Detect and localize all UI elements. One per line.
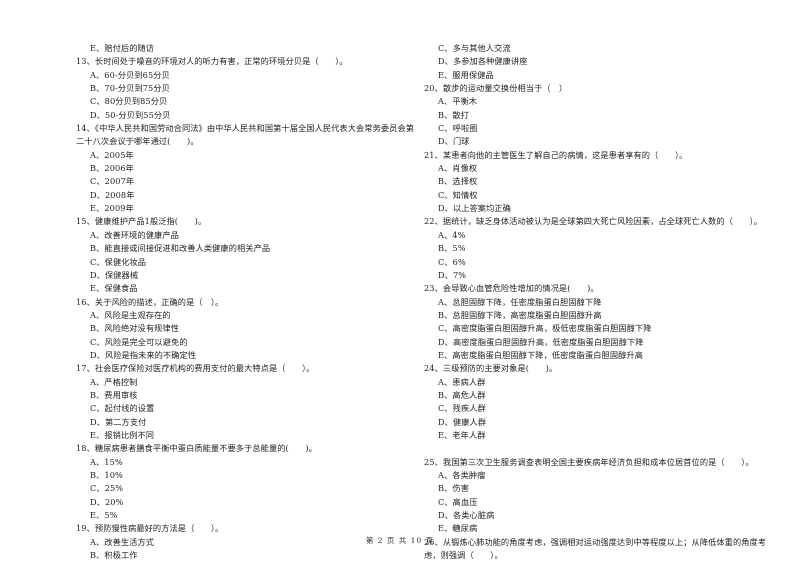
- answer-option: B、70-分贝到75分贝: [90, 83, 170, 94]
- answer-option: A、15%: [90, 456, 123, 467]
- answer-option: C、多与其他人交流: [438, 43, 511, 53]
- answer-option: A、严格控制: [90, 376, 138, 387]
- answer-option: D、保健器械: [90, 269, 139, 280]
- answer-option: A、患病人群: [438, 376, 486, 387]
- answer-option: C、6%: [438, 256, 466, 267]
- right-column: C、多与其他人交流 D、多参加各种健康讲座 E、服用保健品 20、散步的运动量交换份相…: [424, 42, 784, 562]
- answer-option: C、80分贝到85分贝: [90, 96, 168, 107]
- answer-option: C、保健化妆品: [90, 256, 147, 267]
- answer-option: C、残疾人群: [438, 403, 486, 414]
- answer-option: A、60-分贝到65分贝: [90, 69, 170, 80]
- answer-option: B、总胆固醇下降，高密度脂蛋白胆固醇升高: [438, 309, 602, 320]
- answer-option: D、20%: [90, 496, 124, 507]
- answer-option: A、总胆固醇下降，任密度脂蛋白胆固醇下降: [438, 296, 602, 307]
- answer-option: B、伤害: [438, 483, 469, 494]
- answer-option: C、25%: [90, 483, 124, 494]
- answer-option: B、选择权: [438, 176, 478, 187]
- answer-option: B、5%: [438, 243, 466, 254]
- answer-option: C、呼啦圈: [438, 123, 478, 134]
- answer-option: E、服用保健品: [438, 69, 494, 80]
- answer-option: B、散打: [438, 109, 469, 120]
- question-line: 16、关于风险的描述，正确的是（ ）。: [76, 296, 224, 307]
- question-line: 14、《中华人民共和国劳动合同法》由中华人民共和国第十届全国人民代表大会常务委员…: [76, 123, 415, 134]
- question-line: 24、三级预防的主要对象是( )。: [424, 363, 558, 374]
- answer-option: E、2009年: [90, 203, 134, 214]
- answer-option: E、保健食品: [90, 283, 138, 294]
- answer-option: C、知情权: [438, 189, 478, 200]
- answer-option: A、2005年: [90, 149, 134, 160]
- answer-option: B、10%: [90, 470, 123, 480]
- question-line: 虑，则强调（ ）。: [424, 550, 503, 561]
- answer-option: B、风险绝对没有规律性: [90, 323, 179, 334]
- answer-option: E、赔付后的随访: [90, 43, 155, 53]
- answer-option: D、多参加各种健康讲座: [438, 56, 528, 67]
- answer-option: D、门球: [438, 136, 470, 147]
- answer-option: E、报销比例不同: [90, 429, 155, 440]
- answer-option: D、以上答案均正确: [438, 203, 511, 214]
- question-line: 13、长时间处于噪音的环境对人的听力有害，正常的环境分贝是（ ）。: [76, 56, 348, 67]
- page-footer: 第 2 页 共 10 页: [365, 536, 435, 545]
- question-line: 17、社会医疗保险对医疗机构的费用支付的最大特点是（ ）。: [76, 363, 315, 374]
- answer-option: C、2007年: [90, 176, 135, 187]
- question-line: 23、会导致心血管危险性增加的情况是( )。: [424, 283, 599, 294]
- answer-option: A、肖像权: [438, 163, 478, 174]
- answer-option: B、积极工作: [90, 550, 138, 561]
- question-line: 25、我国第三次卫生服务调查表明全国主要疾病年经济负担和成本位居首位的是（ ）。: [424, 456, 754, 467]
- answer-option: D、2008年: [90, 189, 135, 200]
- answer-option: D、7%: [438, 269, 467, 280]
- answer-option: A、风险是主观存在的: [90, 309, 171, 320]
- answer-option: D、健康人群: [438, 416, 487, 427]
- answer-option: B、能直接或间接促进和改善人类健康的相关产品: [90, 243, 271, 254]
- answer-option: E、5%: [90, 510, 118, 521]
- question-line: 21、某患者向他的主管医生了解自己的病情，这是患者享有的（ ）。: [424, 149, 688, 160]
- answer-option: D、50-分贝到55分贝: [90, 109, 171, 120]
- answer-option: D、各类心脏病: [438, 510, 495, 521]
- answer-option: D、高密度脂蛋白胆固醇升高，低密度脂蛋白胆固醇下降: [438, 336, 644, 347]
- answer-option: B、高危人群: [438, 389, 486, 400]
- answer-option: C、高密度脂蛋白胆固醇升高，极低密度脂蛋白胆固醇下降: [438, 323, 652, 334]
- question-line: 18、糖尿病患者膳食平衡中蛋白质能量不要多于总能量的( )。: [76, 443, 317, 454]
- answer-option: B、2006年: [90, 163, 134, 174]
- answer-option: C、高血压: [438, 496, 478, 507]
- question-line: 19、预防慢性病最好的方法是（ ）。: [76, 523, 224, 534]
- answer-option: D、风险是指未来的不确定性: [90, 349, 197, 360]
- answer-option: E、糖尿病: [438, 523, 478, 534]
- answer-option: E、老年人群: [438, 429, 486, 440]
- answer-option: A、4%: [438, 229, 466, 240]
- answer-option: A、平衡木: [438, 96, 478, 107]
- answer-option: C、风险是完全可以避免的: [90, 336, 188, 347]
- answer-option: B、费用审核: [90, 389, 138, 400]
- question-line: 15、健康维护产品1般泛指( )。: [76, 216, 207, 227]
- answer-option: A、各类肿瘤: [438, 470, 486, 480]
- question-line: 20、散步的运动量交换份相当于（ ）: [424, 83, 568, 94]
- left-column: E、赔付后的随访 13、长时间处于噪音的环境对人的听力有害，正常的环境分贝是（ ）…: [76, 42, 416, 562]
- answer-option: E、高密度脂蛋白胆固醇下降，低密度脂蛋白胆固醇升高: [438, 349, 643, 360]
- question-line: 二十八次会议于哪年通过( )。: [76, 136, 199, 147]
- answer-option: C、起付线的设置: [90, 403, 155, 414]
- question-line: 22、据统计，缺乏身体活动被认为是全球第四大死亡风险因素，占全球死亡人数的（ ）…: [424, 216, 763, 227]
- answer-option: D、第二方支付: [90, 416, 147, 427]
- answer-option: A、改善环境的健康产品: [90, 229, 179, 240]
